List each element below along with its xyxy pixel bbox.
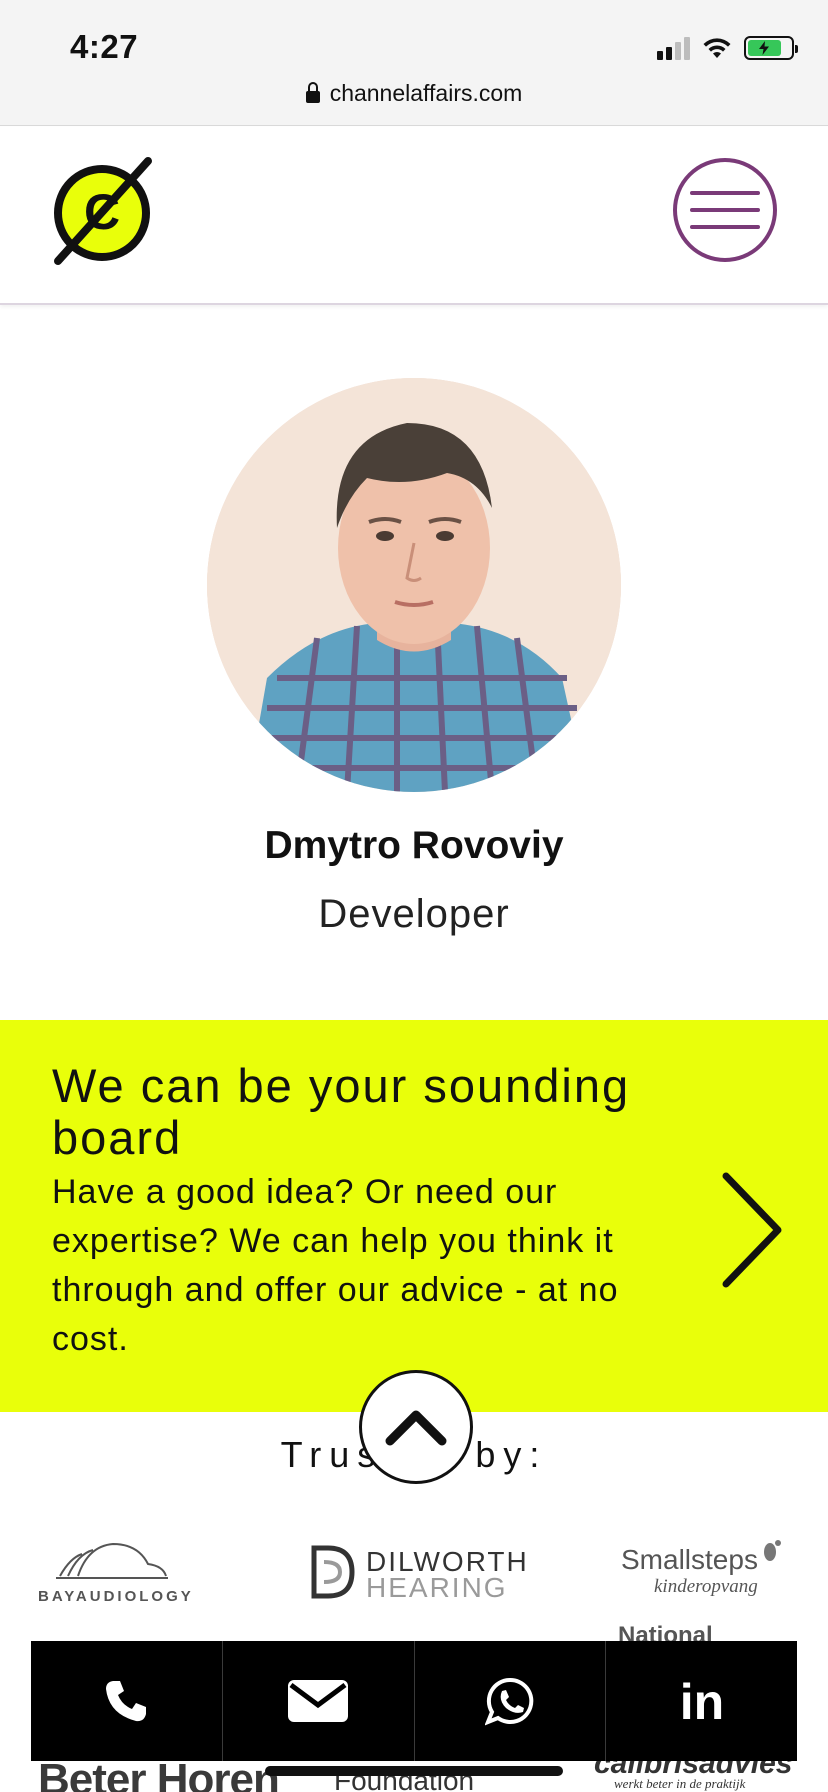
sounding-board-cta[interactable]: We can be your sounding board Have a goo… — [0, 1020, 828, 1412]
smallsteps-logo: Smallsteps kinderopvang — [618, 1538, 788, 1608]
wifi-icon — [703, 38, 731, 58]
phone-icon — [106, 1681, 147, 1722]
foundation-logo: Foundation — [334, 1765, 475, 1792]
address-bar[interactable]: channelaffairs.com — [0, 80, 828, 107]
avatar — [207, 378, 621, 792]
svg-text:in: in — [679, 1675, 723, 1727]
scroll-to-top-button[interactable] — [359, 1370, 473, 1484]
person-name: Dmytro Rovoviy — [264, 824, 564, 867]
status-time: 4:27 — [70, 28, 139, 65]
menu-line — [690, 208, 760, 212]
channel-affairs-logo[interactable]: C — [52, 157, 156, 267]
menu-line — [690, 225, 760, 229]
site-header: C — [0, 127, 828, 305]
mail-icon — [288, 1680, 349, 1722]
status-bar: 4:27 channelaffairs.com — [0, 0, 828, 126]
email-button[interactable] — [223, 1641, 415, 1761]
battery-icon — [744, 36, 798, 60]
whatsapp-button[interactable] — [415, 1641, 607, 1761]
person-role: Developer — [318, 892, 510, 936]
chevron-up-icon — [385, 1410, 447, 1446]
whatsapp-icon — [484, 1677, 534, 1726]
menu-line — [690, 191, 760, 195]
home-indicator[interactable] — [265, 1766, 563, 1776]
bay-audiology-logo: BAYAUDIOLOGY — [38, 1536, 198, 1606]
cta-text: Have a good idea? Or need our expertise?… — [52, 1173, 619, 1358]
linkedin-icon: in — [679, 1675, 723, 1727]
chevron-right-icon[interactable] — [718, 1170, 788, 1290]
signal-icon — [657, 36, 690, 60]
linkedin-button[interactable]: in — [606, 1641, 797, 1761]
dilworth-hearing-logo: DILWORTH HEARING — [308, 1542, 528, 1603]
contact-bar: in — [31, 1641, 797, 1761]
cta-title: We can be your sounding board — [52, 1059, 631, 1164]
lock-icon — [305, 81, 320, 103]
menu-button[interactable] — [673, 158, 777, 262]
svg-text:C: C — [84, 184, 120, 240]
url-text: channelaffairs.com — [329, 80, 523, 106]
phone-button[interactable] — [31, 1641, 223, 1761]
status-icons — [657, 36, 798, 60]
